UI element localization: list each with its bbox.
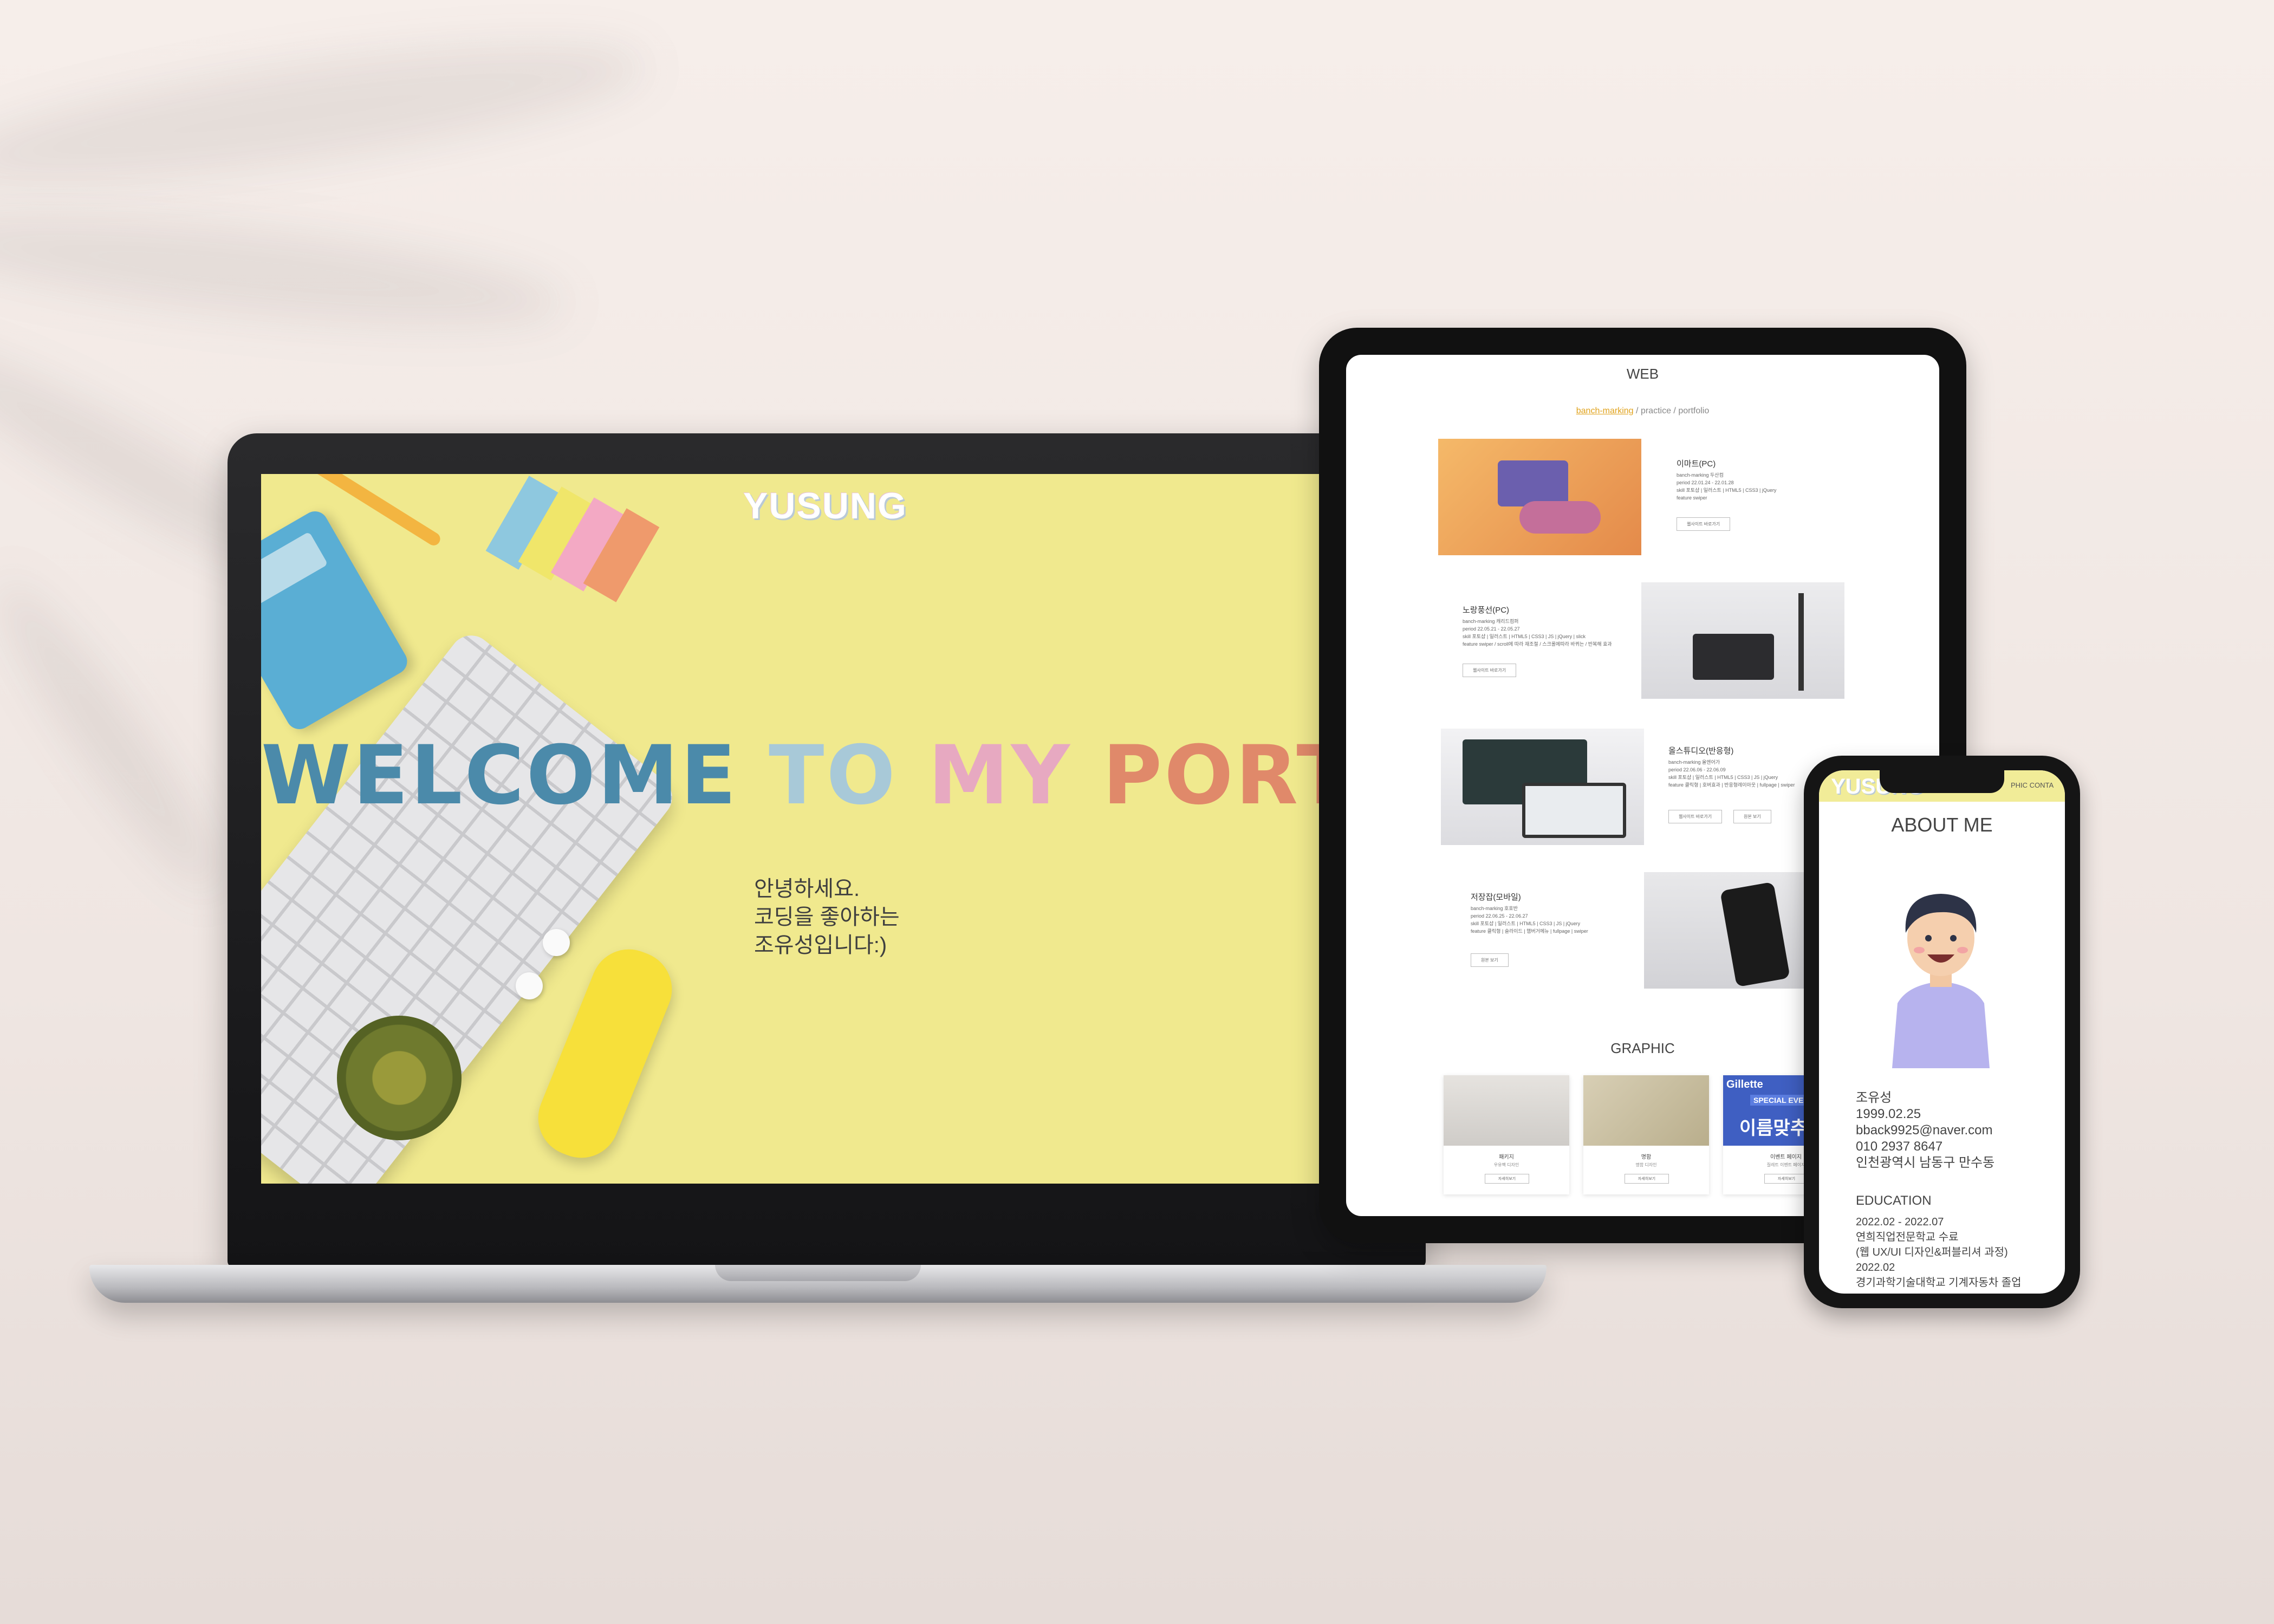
profile-address: 인천광역시 남동구 만수동 [1856,1155,1995,1170]
plant-image [337,1016,462,1140]
web-section-title: WEB [1626,366,1659,382]
graphic-detail-button[interactable]: 자세히보기 [1625,1174,1669,1184]
education-line: 연희직업전문학교 수료 [1856,1231,1959,1243]
education-list: 2022.02 - 2022.07 연희직업전문학교 수료 (웹 UX/UI 디… [1856,1214,2022,1290]
graphic-thumbnail [1444,1075,1569,1146]
meta-line: banch-marking 올엔어가 [1668,759,1720,765]
project-meta: banch-marking 호호반 period 22.06.25 - 22.0… [1471,905,1588,935]
leaf-shadow [0,193,572,348]
tab-separator: / [1636,406,1639,415]
view-source-button[interactable]: 원본 보기 [1471,953,1509,967]
phone-menu-items[interactable]: PHIC CONTA [2011,781,2054,789]
graphic-subtitle: 우유팩 디자인 [1493,1162,1519,1167]
leaf-shadow [0,16,654,211]
project-title: 이마트(PC) [1677,459,1716,469]
profile-name: 조유성 [1856,1090,1892,1105]
view-website-button[interactable]: 웹사이트 바로가기 [1668,810,1723,823]
profile-email[interactable]: bback9925@naver.com [1856,1122,1994,1139]
my-word: MY [928,729,1073,823]
avatar [1892,894,1990,1068]
graphic-detail-button[interactable]: 자세히보기 [1764,1174,1809,1184]
graphic-title: 명함 [1641,1154,1652,1160]
project-thumbnail-emart[interactable] [1438,439,1641,555]
project-title: 올스튜디오(반응형) [1668,746,1734,756]
intro-line: 안녕하세요. [754,877,860,901]
education-period: 2022.02 - 2022.07 [1856,1216,1944,1228]
project-meta: banch-marking 두산컴 period 22.01.24 - 22.0… [1677,471,1776,502]
about-me-title: ABOUT ME [1891,814,1993,836]
meta-line: period 22.06.25 - 22.06.27 [1471,913,1528,919]
education-period: 2022.02 [1856,1262,1895,1274]
profile-birth: 1999.02.25 [1856,1107,1921,1121]
profile-info: 조유성 1999.02.25 bback9925@naver.com 010 2… [1856,1090,1994,1171]
education-line: (웹 UX/UI 디자인&퍼블리셔 과정) [1856,1246,2008,1258]
laptop-notch [715,1265,921,1281]
meta-line: period 22.01.24 - 22.01.28 [1677,480,1734,485]
calculator-image [261,506,412,734]
education-heading: EDUCATION [1856,1193,1932,1208]
project-meta: banch-marking 캐리드컴퍼 period 22.05.21 - 22… [1463,618,1612,648]
project-meta: banch-marking 올엔어가 period 22.06.06 - 22.… [1668,758,1795,789]
intro-text: 안녕하세요. 코딩을 좋아하는 조유성입니다:) [754,875,900,959]
project-title: 노랑풍선(PC) [1463,606,1510,615]
tab-banch-marking[interactable]: banch-marking [1576,406,1634,415]
meta-line: skill 포토샵 | 일러스트 | HTML5 | CSS3 | JS | j… [1668,775,1778,780]
meta-line: banch-marking 캐리드컴퍼 [1463,619,1519,624]
project-thumbnail-yellowballoon[interactable] [1641,582,1844,699]
tab-portfolio[interactable]: portfolio [1678,406,1709,415]
gillette-logo: Gillette [1726,1079,1763,1090]
phone-screen: YUSUNG PHIC CONTA ABOUT ME 조유성 1999.02.2… [1819,770,2065,1294]
leaf-shadow [0,562,244,911]
view-source-button[interactable]: 원본 보기 [1733,810,1771,823]
stapler-image [527,938,684,1170]
tab-practice[interactable]: practice [1641,406,1671,415]
meta-line: period 22.05.21 - 22.05.27 [1463,626,1520,632]
graphic-card-package[interactable]: 패키지 우유팩 디자인 자세히보기 [1444,1075,1569,1194]
phone-notch [1880,770,2004,793]
project-title: 저장잡(모바일) [1471,893,1521,902]
laptop-illustration [1693,634,1774,680]
meta-line: period 22.06.06 - 22.06.09 [1668,767,1726,772]
meta-line: feature 클릭형 | 호버효과 | 반응형레이아웃 | fullpage … [1668,782,1795,788]
site-logo[interactable]: YUSUNG [743,485,907,527]
view-website-button[interactable]: 웹사이트 바로가기 [1463,664,1517,677]
meta-line: skill 포토샵 | 일러스트 | HTML5 | CSS3 | JS | j… [1463,634,1586,639]
earbud-image [543,929,570,956]
graphic-detail-button[interactable]: 자세히보기 [1485,1174,1529,1184]
to-word: TO [769,729,898,823]
event-headline: 이름맞추 [1739,1118,1808,1139]
meta-line: banch-marking 호호반 [1471,906,1518,911]
cart-illustration [1519,501,1601,534]
lamp-illustration [1798,593,1804,691]
graphic-subtitle: 명함 디자인 [1635,1162,1657,1167]
welcome-word: WELCOME [261,729,738,823]
meta-line: feature 클릭형 | 슬라이드 | 햄버거메뉴 | fullpage | … [1471,928,1588,934]
tab-separator: / [1673,406,1676,415]
intro-line: 조유성입니다:) [754,933,887,957]
meta-line: feature swiper [1677,495,1707,501]
meta-line: feature swiper / scroll에 따라 재조절 / 스크롤에따라… [1463,641,1612,647]
laptop-illustration [1498,460,1568,506]
meta-line: banch-marking 두산컴 [1677,472,1724,478]
education-line: 경기과학기술대학교 기계자동차 졸업 [1856,1277,2022,1289]
laptop-screen: YUSUNG WELCOME TO MY PORTFOLIO 안녕하세요. 코딩… [261,474,1392,1184]
project-thumbnail-allstudio[interactable] [1441,729,1644,845]
welcome-headline: WELCOME TO MY PORTFOLIO [261,729,1392,823]
profile-phone[interactable]: 010 2937 8647 [1856,1139,1994,1155]
graphic-title: 패키지 [1499,1154,1514,1160]
earbud-image [516,972,543,999]
laptop-illustration [1522,783,1626,838]
view-website-button[interactable]: 웹사이트 바로가기 [1677,517,1731,531]
graphic-thumbnail [1583,1075,1709,1146]
intro-line: 코딩을 좋아하는 [754,905,900,929]
phone-illustration [1720,881,1790,988]
graphic-card-businesscard[interactable]: 명함 명함 디자인 자세히보기 [1583,1075,1709,1194]
meta-line: skill 포토샵 | 일러스트 | HTML5 | CSS3 | JS | j… [1471,921,1581,926]
meta-line: skill 포토샵 | 일러스트 | HTML5 | CSS3 | jQuery [1677,488,1777,493]
web-category-tabs: banch-marking / practice / portfolio [1346,406,1939,416]
